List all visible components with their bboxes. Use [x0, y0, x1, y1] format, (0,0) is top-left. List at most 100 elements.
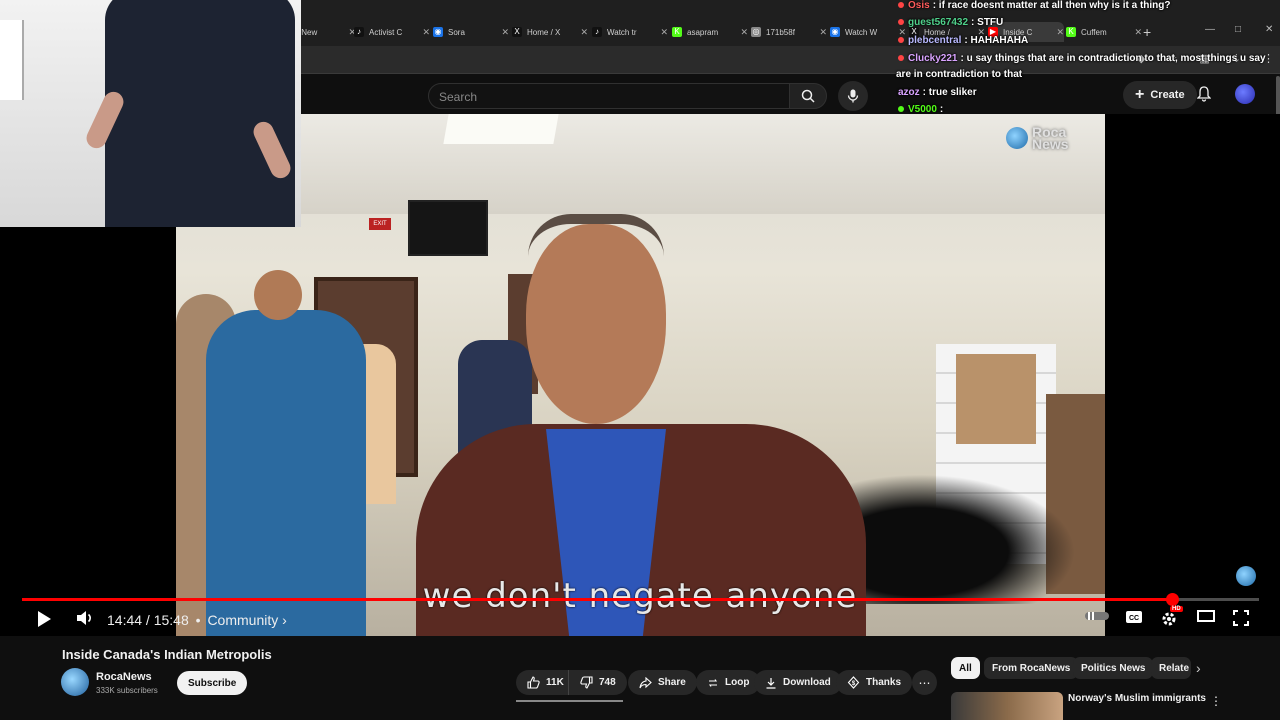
- browser-tab[interactable]: ◉ Watch W ✕: [830, 22, 906, 42]
- dislike-button[interactable]: 748: [568, 670, 627, 695]
- thanks-dollar-icon: $: [847, 676, 860, 689]
- chevron-right-icon[interactable]: ›: [1196, 660, 1201, 676]
- chat-text: : if race doesnt matter at all then why …: [932, 0, 1171, 11]
- filter-chip[interactable]: Relate: [1151, 657, 1191, 679]
- chat-username[interactable]: Clucky221: [908, 53, 957, 64]
- create-button[interactable]: + Create: [1123, 81, 1197, 109]
- mute-button[interactable]: [76, 610, 94, 626]
- tab-label: Activist C: [369, 27, 403, 37]
- like-count: 11K: [546, 677, 564, 688]
- fullscreen-button[interactable]: [1233, 610, 1249, 626]
- download-button[interactable]: Download: [754, 670, 842, 695]
- x-icon: X: [512, 27, 522, 37]
- loop-button[interactable]: Loop: [696, 670, 761, 695]
- autoplay-toggle[interactable]: [1085, 610, 1109, 622]
- thumbs-up-icon: [527, 676, 540, 689]
- loop-label: Loop: [725, 677, 750, 688]
- channel-name[interactable]: RocaNews: [96, 671, 152, 683]
- plus-icon: +: [1135, 86, 1145, 103]
- tab-label: Home / X: [527, 27, 561, 37]
- dislike-count: 748: [599, 677, 616, 688]
- play-icon: [38, 611, 51, 627]
- chat-message: plebcentral: HAHAHAHA: [898, 35, 1028, 46]
- volume-icon: [77, 611, 91, 625]
- theater-mode-button[interactable]: [1197, 610, 1215, 622]
- browser-tab[interactable]: ♪ Watch tr ✕: [592, 22, 668, 42]
- maximize-icon[interactable]: □: [1235, 24, 1241, 35]
- filter-chip[interactable]: From RocaNews: [984, 657, 1079, 679]
- create-label: Create: [1150, 89, 1185, 101]
- player-controls: 14:44 / 15:48 • Community › CC HD: [0, 606, 1280, 636]
- settings-button[interactable]: HD: [1160, 606, 1183, 628]
- chat-username[interactable]: azoz: [898, 87, 920, 98]
- chat-message: guest567432: STFU: [898, 17, 1003, 28]
- related-more-icon[interactable]: ⋮: [1210, 694, 1222, 708]
- filter-chip[interactable]: Politics News: [1073, 657, 1154, 679]
- tab-close-icon[interactable]: ✕: [740, 27, 748, 38]
- chat-badge-icon: [898, 55, 904, 62]
- chat-text: : STFU: [971, 17, 1004, 28]
- streamer-webcam: [0, 0, 301, 227]
- chat-username[interactable]: V5000: [908, 104, 937, 115]
- tab-close-icon[interactable]: ✕: [501, 27, 509, 38]
- browser-tab[interactable]: ♪ Activist C ✕: [354, 22, 430, 42]
- browser-tab[interactable]: ◉ Sora ✕: [433, 22, 509, 42]
- new-tab-button[interactable]: +: [1143, 24, 1151, 40]
- video-title: Inside Canada's Indian Metropolis: [62, 647, 272, 662]
- thumbs-down-icon: [580, 676, 593, 689]
- search-button[interactable]: [789, 83, 827, 109]
- browser-tab[interactable]: Kasapram ✕: [672, 22, 748, 42]
- chat-text: : true sliker: [922, 87, 977, 98]
- time-text: 14:44 / 15:48: [107, 612, 189, 628]
- subtitles-button[interactable]: CC: [1125, 610, 1143, 624]
- thanks-label: Thanks: [866, 677, 902, 688]
- tab-close-icon[interactable]: ✕: [819, 27, 827, 38]
- thanks-button[interactable]: $ Thanks: [836, 670, 913, 695]
- sora-icon: ◉: [433, 27, 443, 37]
- chat-username[interactable]: plebcentral: [908, 35, 961, 46]
- chat-badge-icon: [898, 2, 904, 9]
- browser-tab[interactable]: K Cuffem ✕: [1066, 22, 1142, 42]
- time-display: 14:44 / 15:48 • Community ›: [107, 612, 287, 628]
- download-label: Download: [783, 677, 831, 688]
- play-button[interactable]: [36, 610, 52, 628]
- tab-close-icon[interactable]: ✕: [660, 27, 668, 38]
- notifications-button[interactable]: [1196, 86, 1212, 107]
- browser-tab[interactable]: ◎ 171b58f ✕: [751, 22, 827, 42]
- tab-close-icon[interactable]: ✕: [1056, 27, 1064, 38]
- voice-search-button[interactable]: [838, 81, 868, 111]
- related-video-title[interactable]: Norway's Muslim immigrants: [1068, 693, 1206, 704]
- filter-chip[interactable]: All: [951, 657, 980, 679]
- tab-close-icon[interactable]: ✕: [1134, 27, 1142, 38]
- like-button[interactable]: 11K: [516, 670, 574, 695]
- chat-badge-icon: [898, 106, 904, 113]
- account-avatar[interactable]: [1235, 84, 1255, 104]
- progress-fill: [22, 598, 1173, 601]
- watermark-text: Roca News: [1032, 124, 1069, 152]
- globe-logo-icon: [1006, 127, 1028, 149]
- tab-close-icon[interactable]: ✕: [422, 27, 430, 38]
- share-button[interactable]: Share: [628, 670, 697, 695]
- channel-avatar[interactable]: [61, 668, 89, 696]
- tab-label: 171b58f: [766, 27, 795, 37]
- chapter-link[interactable]: Community: [207, 612, 278, 628]
- close-window-icon[interactable]: ✕: [1265, 24, 1273, 35]
- video-details: Inside Canada's Indian Metropolis RocaNe…: [0, 636, 1280, 720]
- tab-close-icon[interactable]: ✕: [580, 27, 588, 38]
- subscribe-button[interactable]: Subscribe: [177, 671, 248, 695]
- minimize-icon[interactable]: —: [1205, 24, 1215, 35]
- chat-username[interactable]: Osis: [908, 0, 930, 11]
- chat-username[interactable]: guest567432: [908, 17, 968, 28]
- search-input[interactable]: Search: [428, 83, 790, 109]
- tab-label: Cuffem: [1081, 27, 1107, 37]
- sora-icon: ◉: [830, 27, 840, 37]
- browser-tab[interactable]: X Home / X ✕: [512, 22, 588, 42]
- rocanews-watermark: Roca News: [1006, 124, 1069, 152]
- progress-bar[interactable]: [22, 593, 1259, 606]
- related-video-thumbnail[interactable]: [951, 692, 1063, 720]
- share-icon: [639, 676, 652, 688]
- chevron-right-icon: ›: [282, 612, 287, 628]
- svg-text:CC: CC: [1129, 615, 1139, 622]
- chat-badge-icon: [898, 37, 904, 44]
- more-actions-button[interactable]: ⋯: [912, 670, 937, 695]
